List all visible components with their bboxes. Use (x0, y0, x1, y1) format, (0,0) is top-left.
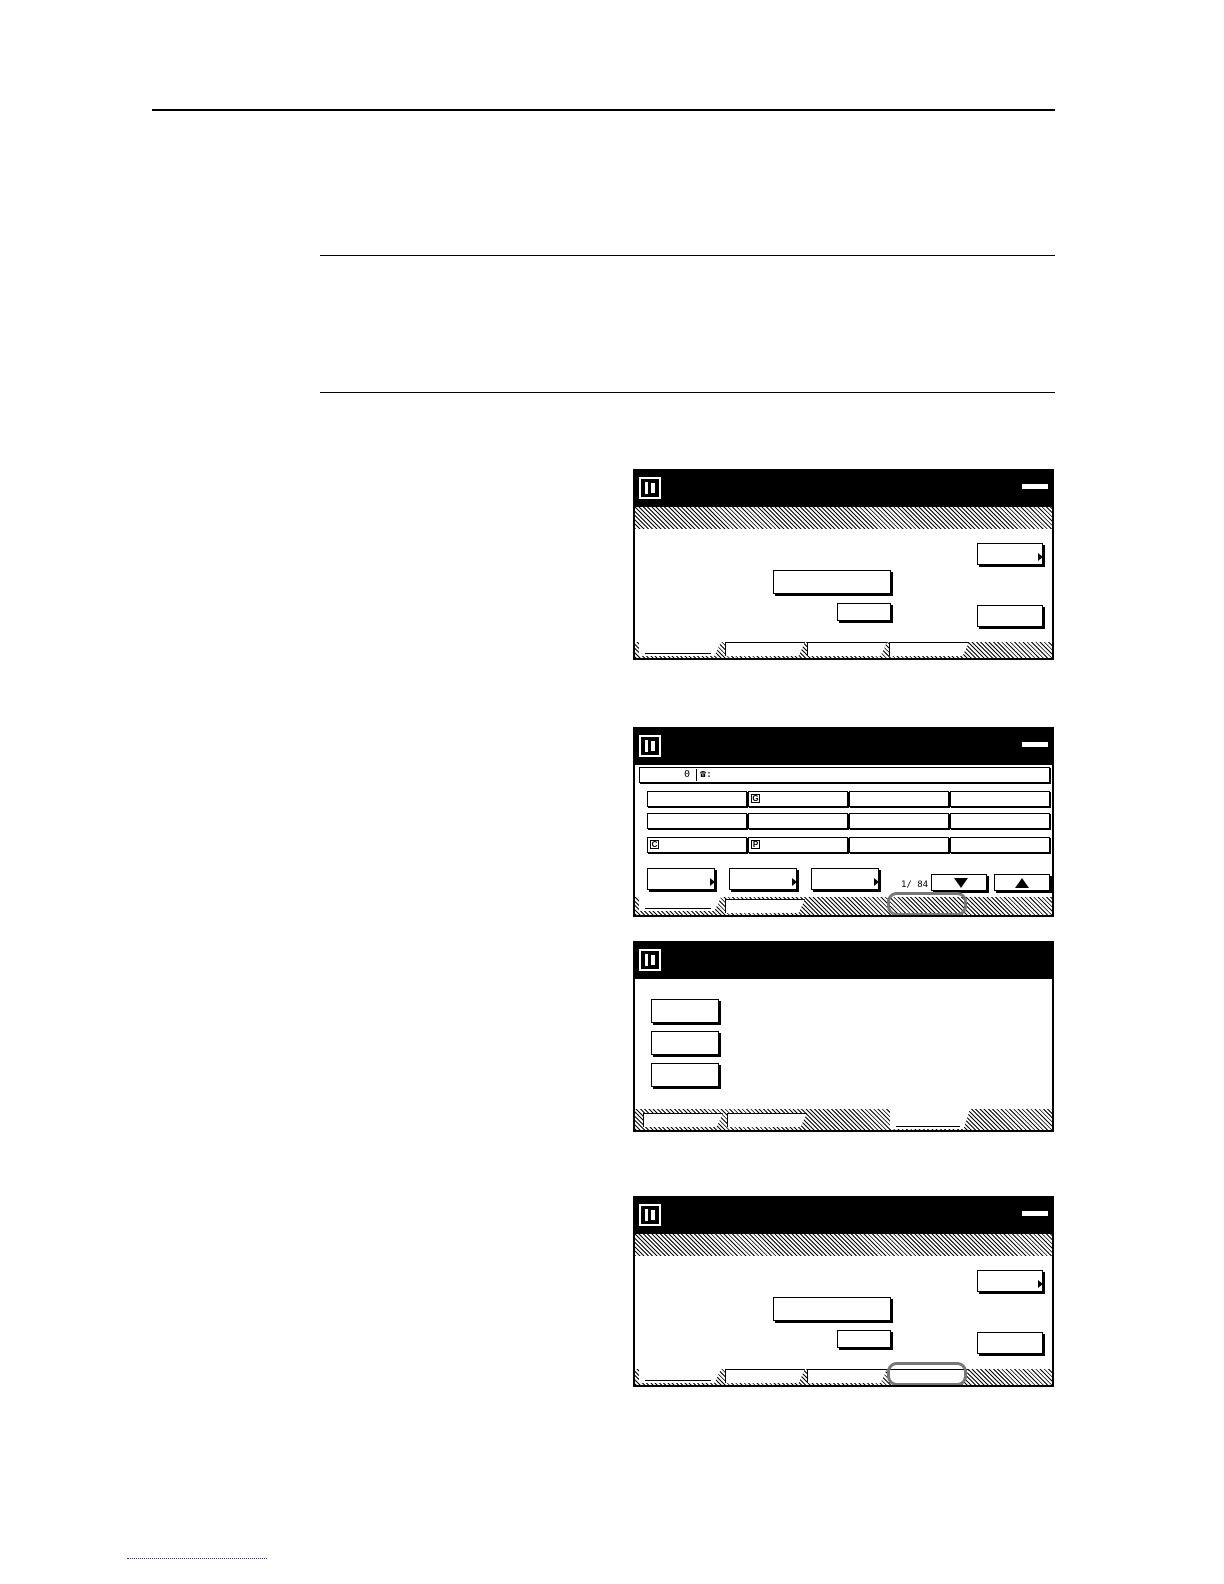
status-strip (635, 1234, 1052, 1256)
tab-3[interactable] (807, 642, 887, 656)
title-bar (635, 943, 1052, 979)
menu-button-3[interactable] (651, 1063, 719, 1087)
right-bottom-button[interactable] (977, 605, 1043, 627)
small-center-button[interactable] (837, 1330, 891, 1348)
fax-basic-screen-2 (633, 1196, 1054, 1387)
directory-screen: 0 ☎: G C P 1/ 84 (633, 727, 1054, 917)
one-touch-key[interactable] (849, 813, 949, 829)
footer-link-underline (127, 1558, 267, 1560)
header-rule (152, 109, 1055, 111)
tel-label: ☎: (700, 769, 713, 780)
one-touch-key[interactable] (647, 791, 747, 807)
tab-2[interactable] (725, 899, 805, 913)
tab-2[interactable] (725, 642, 805, 656)
note-bottom-rule (320, 392, 1055, 393)
up-arrow-icon (1015, 878, 1029, 888)
destination-field[interactable] (773, 1297, 891, 1321)
one-touch-key-chain[interactable]: C (647, 837, 747, 853)
right-top-button[interactable] (977, 543, 1043, 565)
tab-2[interactable] (725, 1369, 805, 1383)
fax-icon (639, 735, 661, 757)
tab-4[interactable] (890, 1109, 970, 1129)
small-center-button[interactable] (837, 603, 891, 621)
one-touch-key[interactable] (950, 813, 1050, 829)
tab-1[interactable] (643, 1113, 723, 1127)
chain-badge: C (650, 840, 659, 849)
tab-2[interactable] (727, 1113, 807, 1127)
destination-info-bar: 0 ☎: (639, 767, 1050, 783)
one-touch-key[interactable] (849, 837, 949, 853)
divider (696, 769, 697, 781)
title-bar (635, 1198, 1052, 1234)
highlighted-tab-callout (887, 892, 967, 915)
one-touch-key-program[interactable]: P (748, 837, 848, 853)
memory-indicator (1022, 1211, 1048, 1216)
page-indicator: 1/ 84 (901, 880, 929, 890)
fax-icon (639, 1204, 661, 1226)
fax-icon (639, 477, 661, 499)
title-bar (635, 729, 1052, 765)
one-touch-key-group[interactable]: G (748, 791, 848, 807)
highlighted-tab-callout (887, 1362, 967, 1385)
destination-count: 0 (684, 769, 691, 780)
down-arrow-icon (954, 878, 968, 888)
tab-1[interactable] (639, 897, 721, 911)
menu-button-2[interactable] (651, 1031, 719, 1055)
function-button-1[interactable] (647, 868, 715, 890)
tab-1[interactable] (639, 642, 721, 656)
tab-4[interactable] (889, 642, 969, 656)
tab-1[interactable] (639, 1369, 721, 1383)
one-touch-key[interactable] (748, 813, 848, 829)
program-badge: P (751, 840, 760, 849)
function-button-3[interactable] (811, 868, 879, 890)
right-bottom-button[interactable] (977, 1332, 1043, 1354)
one-touch-key[interactable] (950, 837, 1050, 853)
page-down-button[interactable] (931, 874, 987, 891)
fax-icon (639, 949, 661, 971)
note-top-rule (320, 255, 1055, 256)
group-badge: G (751, 794, 760, 803)
status-strip (635, 507, 1052, 529)
title-bar (635, 471, 1052, 507)
memory-indicator (1022, 484, 1048, 489)
right-top-button[interactable] (977, 1270, 1043, 1292)
page-up-button[interactable] (994, 874, 1050, 891)
menu-button-1[interactable] (651, 999, 719, 1023)
one-touch-key[interactable] (849, 791, 949, 807)
tab-3[interactable] (807, 1369, 887, 1383)
fax-basic-screen-1 (633, 469, 1054, 660)
one-touch-key[interactable] (950, 791, 1050, 807)
one-touch-key[interactable] (647, 813, 747, 829)
destination-field[interactable] (773, 570, 891, 594)
memory-indicator (1022, 742, 1048, 747)
function-button-2[interactable] (729, 868, 797, 890)
menu-screen (633, 941, 1054, 1132)
